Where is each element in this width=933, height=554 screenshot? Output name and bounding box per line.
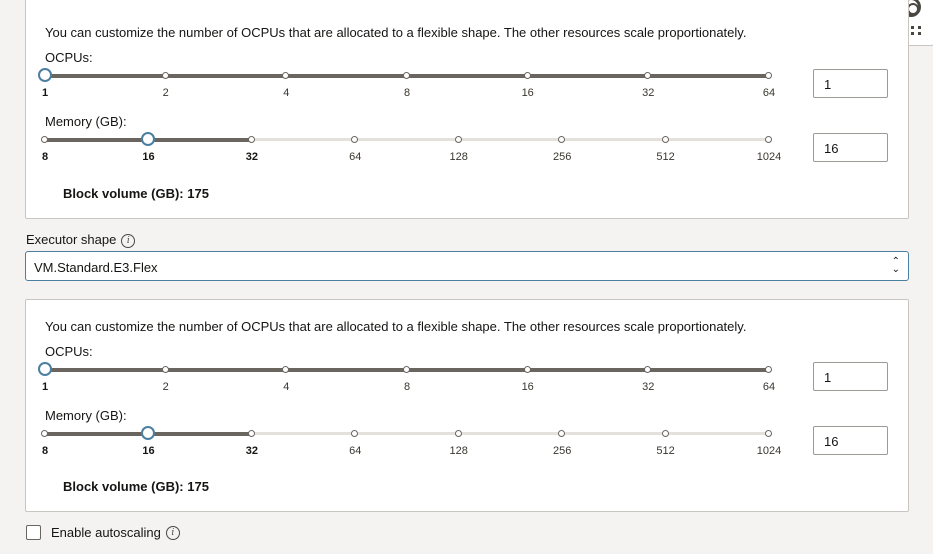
ocpu-tick-label: 8 (403, 381, 411, 393)
ocpu-input[interactable]: 1 (813, 362, 888, 391)
ocpu-tick-label: 4 (283, 87, 290, 99)
ocpu-tick[interactable] (523, 72, 531, 79)
ocpu-tick-label: 2 (162, 381, 169, 393)
ocpu-tick-label: 64 (762, 381, 776, 393)
memory-tick-label: 512 (656, 445, 675, 457)
ocpu-tick-label: 16 (521, 87, 534, 99)
memory-tick-label: 256 (552, 445, 572, 457)
memory-tick-label: 32 (245, 445, 258, 457)
memory-input[interactable]: 16 (813, 133, 888, 162)
memory-label: Memory (GB): (45, 114, 127, 129)
memory-slider-handle[interactable] (141, 426, 156, 440)
info-icon[interactable]: i (121, 233, 136, 248)
memory-tick[interactable] (247, 430, 255, 437)
shape-description: You can customize the number of OCPUs th… (45, 319, 747, 334)
ocpu-slider-handle[interactable] (38, 68, 52, 82)
memory-tick-label: 256 (552, 151, 572, 163)
executor-shape-select[interactable]: VM.Standard.E3.Flex ⌃ ⌄ (25, 251, 909, 281)
memory-slider[interactable]: 8 16 32 64 128 256 512 1024 (41, 132, 781, 164)
memory-tick-label: 8 (41, 445, 49, 457)
memory-tick-label: 128 (449, 445, 468, 457)
ocpu-tick-label: 32 (642, 381, 655, 393)
ocpu-tick-label: 4 (283, 381, 290, 393)
ocpu-tick-label: 64 (762, 87, 776, 99)
ocpu-tick[interactable] (403, 366, 410, 373)
memory-tick-label: 64 (349, 151, 362, 163)
ocpu-slider[interactable]: 1 2 4 8 16 32 64 (38, 362, 775, 394)
memory-tick[interactable] (41, 430, 48, 437)
memory-slider[interactable]: 8 16 32 64 128 256 512 1024 (41, 426, 781, 458)
chevron-updown-icon: ⌃ ⌄ (891, 256, 900, 275)
block-volume-text: Block volume (GB): 175 (63, 479, 209, 494)
ocpu-slider[interactable]: 1 2 4 8 16 32 64 (38, 68, 775, 100)
ocpu-tick[interactable] (765, 72, 772, 79)
info-icon[interactable]: i (165, 525, 180, 540)
autoscaling-row: Enable autoscaling i (26, 525, 180, 540)
memory-tick[interactable] (454, 136, 462, 143)
ocpu-tick[interactable] (161, 72, 169, 79)
executor-shape-config-panel: You can customize the number of OCPUs th… (25, 299, 909, 512)
block-volume-text: Block volume (GB): 175 (63, 186, 209, 201)
memory-tick-label: 32 (245, 151, 258, 163)
autoscaling-checkbox[interactable] (26, 525, 41, 540)
memory-tick[interactable] (558, 136, 566, 143)
ocpu-tick[interactable] (765, 366, 772, 373)
memory-tick-label: 1024 (756, 151, 782, 163)
memory-tick[interactable] (765, 430, 772, 437)
memory-tick[interactable] (765, 136, 772, 143)
memory-tick-label: 512 (656, 151, 675, 163)
memory-tick-label: 1024 (756, 445, 782, 457)
memory-input[interactable]: 16 (813, 426, 888, 455)
memory-slider-handle[interactable] (141, 132, 156, 146)
memory-tick[interactable] (247, 136, 255, 143)
memory-tick-label: 16 (142, 151, 155, 163)
autoscaling-label[interactable]: Enable autoscaling (51, 525, 161, 540)
ocpu-tick-label: 1 (41, 87, 49, 99)
memory-tick[interactable] (41, 136, 48, 143)
executor-shape-label: Executor shape i (26, 232, 136, 248)
memory-label: Memory (GB): (45, 408, 127, 423)
memory-tick[interactable] (351, 136, 359, 143)
ocpu-label: OCPUs: (45, 50, 93, 65)
ocpu-input[interactable]: 1 (813, 69, 888, 98)
memory-tick[interactable] (558, 430, 566, 437)
driver-shape-config-panel: You can customize the number of OCPUs th… (25, 0, 909, 219)
ocpu-tick-label: 32 (642, 87, 655, 99)
ocpu-tick-label: 16 (521, 381, 534, 393)
ocpu-tick[interactable] (523, 366, 531, 373)
shape-description: You can customize the number of OCPUs th… (45, 25, 747, 40)
memory-tick[interactable] (661, 136, 669, 143)
memory-tick-label: 128 (449, 151, 468, 163)
ocpu-tick[interactable] (403, 72, 410, 79)
ocpu-label: OCPUs: (45, 344, 93, 359)
executor-shape-label-text: Executor shape (26, 232, 117, 247)
memory-tick[interactable] (351, 430, 359, 437)
memory-tick[interactable] (661, 430, 669, 437)
ocpu-tick[interactable] (161, 366, 169, 373)
ocpu-tick-label: 8 (403, 87, 411, 99)
ocpu-tick-label: 2 (162, 87, 169, 99)
executor-shape-value: VM.Standard.E3.Flex (34, 260, 158, 275)
ocpu-slider-handle[interactable] (38, 362, 52, 376)
memory-tick[interactable] (454, 430, 462, 437)
ocpu-tick-label: 1 (41, 381, 49, 393)
memory-tick-label: 64 (349, 445, 362, 457)
memory-tick-label: 8 (41, 151, 49, 163)
memory-tick-label: 16 (142, 445, 155, 457)
